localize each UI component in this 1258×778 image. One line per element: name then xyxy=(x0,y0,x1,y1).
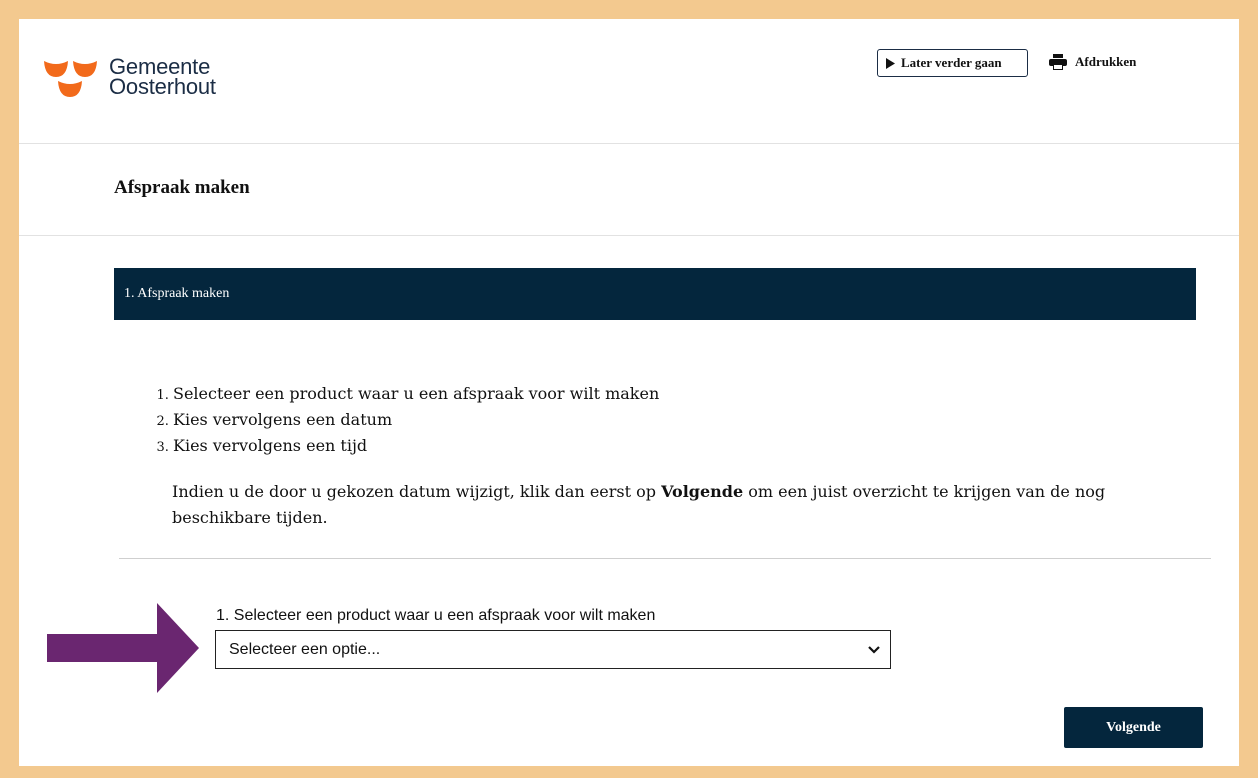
product-select-label: 1. Selecteer een product waar u een afsp… xyxy=(216,607,656,624)
section-divider xyxy=(119,558,1211,559)
instruction-item: Selecteer een product waar u een afspraa… xyxy=(173,381,659,407)
print-button[interactable]: Afdrukken xyxy=(1049,54,1136,70)
product-select-value: Selecteer een optie... xyxy=(229,640,381,658)
printer-icon xyxy=(1049,54,1067,70)
later-verder-gaan-label: Later verder gaan xyxy=(901,55,1002,70)
instructions-list: Selecteer een product waar u een afspraa… xyxy=(155,381,659,459)
date-change-note: Indien u de door u gekozen datum wijzigt… xyxy=(172,479,1182,531)
note-bold-volgende: Volgende xyxy=(661,482,744,501)
step-header-bar: 1. Afspraak maken xyxy=(114,268,1196,320)
page-title: Afspraak maken xyxy=(114,177,250,198)
chevron-down-icon xyxy=(868,645,880,654)
gemeente-logo-icon xyxy=(44,61,97,97)
header-divider xyxy=(19,143,1239,144)
later-verder-gaan-button[interactable]: Later verder gaan xyxy=(877,49,1028,77)
logo-text: Gemeente Oosterhout xyxy=(109,56,216,99)
product-select[interactable]: Selecteer een optie... xyxy=(215,630,891,669)
page-container: Gemeente Oosterhout Later verder gaan Af… xyxy=(19,19,1239,766)
instruction-item: Kies vervolgens een tijd xyxy=(173,433,659,459)
step-header-label: 1. Afspraak maken xyxy=(124,286,230,301)
title-divider xyxy=(19,235,1239,236)
logo-line-2: Oosterhout xyxy=(109,74,216,99)
instruction-item: Kies vervolgens een datum xyxy=(173,407,659,433)
next-button[interactable]: Volgende xyxy=(1064,707,1203,748)
site-logo[interactable]: Gemeente Oosterhout xyxy=(43,55,216,99)
note-text-before: Indien u de door u gekozen datum wijzigt… xyxy=(172,482,662,501)
play-triangle-icon xyxy=(886,57,895,69)
print-label: Afdrukken xyxy=(1075,54,1137,69)
arrow-right-icon xyxy=(47,603,199,693)
